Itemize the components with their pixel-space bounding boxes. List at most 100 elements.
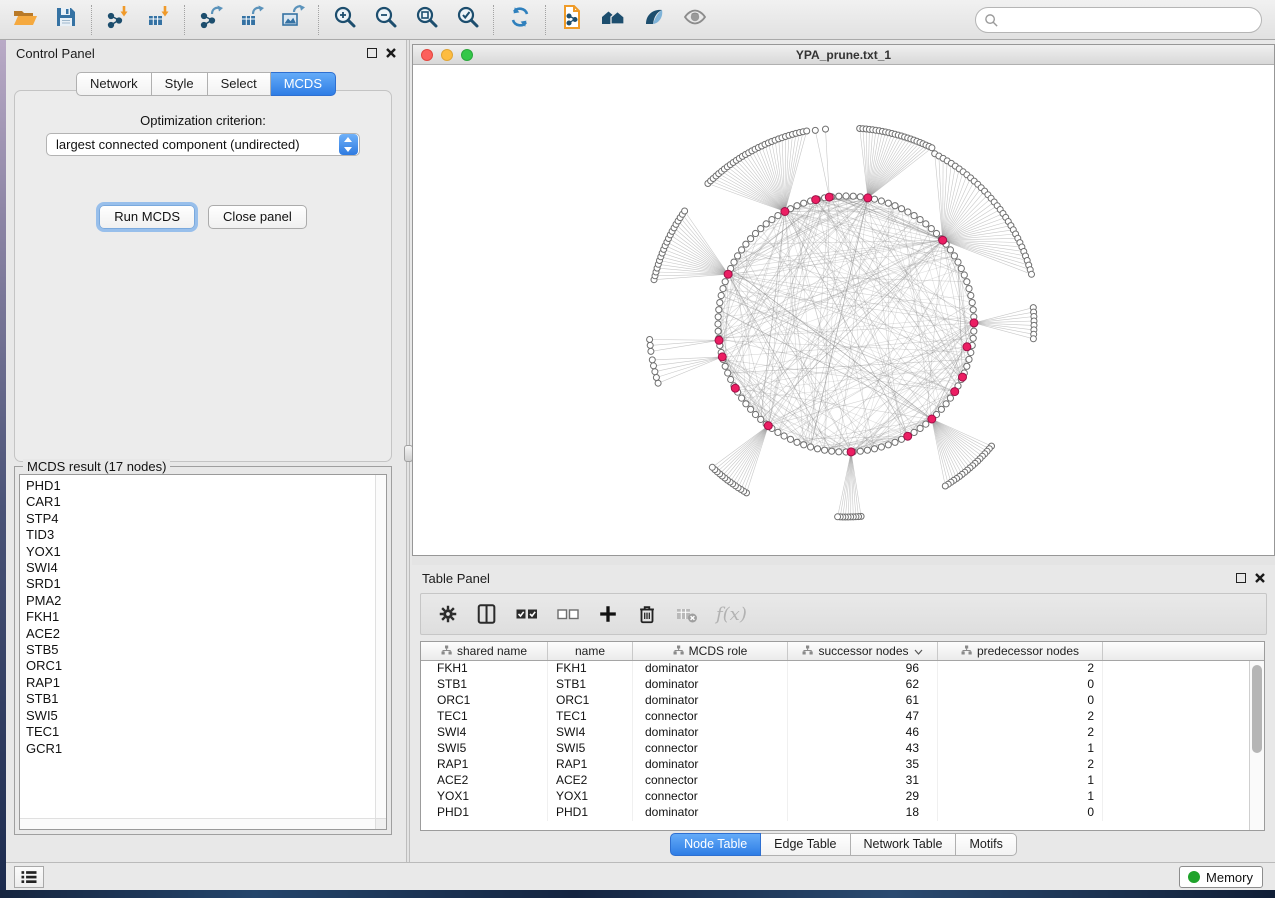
zoom-in-button[interactable] bbox=[324, 2, 365, 38]
column-header-predecessor-nodes[interactable]: predecessor nodes bbox=[938, 642, 1103, 660]
export-table-button[interactable] bbox=[231, 2, 272, 38]
column-header-shared-name[interactable]: shared name bbox=[421, 642, 548, 660]
float-window-icon[interactable] bbox=[367, 48, 377, 58]
cell-name: TEC1 bbox=[548, 709, 633, 725]
float-window-icon[interactable] bbox=[1236, 573, 1246, 583]
zoom-fit-button[interactable] bbox=[406, 2, 447, 38]
add-column-button[interactable] bbox=[597, 603, 619, 625]
delete-column-button[interactable] bbox=[636, 603, 658, 625]
table-row[interactable]: SWI5SWI5connector431 bbox=[421, 741, 1264, 757]
result-list-hscrollbar[interactable] bbox=[20, 818, 375, 829]
cell-mcds-role: dominator bbox=[633, 693, 788, 709]
run-mcds-button[interactable]: Run MCDS bbox=[99, 205, 195, 229]
scrollbar-thumb[interactable] bbox=[1252, 665, 1262, 753]
tab-motifs[interactable]: Motifs bbox=[956, 833, 1016, 856]
cell-name: STB1 bbox=[548, 677, 633, 693]
task-history-button[interactable] bbox=[14, 866, 44, 888]
table-row[interactable]: RAP1RAP1dominator352 bbox=[421, 757, 1264, 773]
open-file-button[interactable] bbox=[4, 2, 45, 38]
tab-network[interactable]: Network bbox=[76, 72, 152, 96]
table-row[interactable]: STB1STB1dominator620 bbox=[421, 677, 1264, 693]
mcds-result-item[interactable]: FKH1 bbox=[26, 609, 386, 625]
cell-shared-name: FKH1 bbox=[421, 661, 548, 677]
table-settings-button[interactable] bbox=[437, 603, 459, 625]
memory-button[interactable]: Memory bbox=[1179, 866, 1263, 888]
network-canvas[interactable] bbox=[413, 65, 1274, 555]
hide-details-icon bbox=[641, 4, 667, 35]
export-image-button[interactable] bbox=[272, 2, 313, 38]
table-vscrollbar[interactable] bbox=[1249, 661, 1264, 830]
refresh-icon bbox=[507, 4, 533, 35]
mcds-result-item[interactable]: TEC1 bbox=[26, 724, 386, 740]
zoom-selected-button[interactable] bbox=[447, 2, 488, 38]
show-columns-button[interactable] bbox=[476, 603, 498, 625]
table-row[interactable]: PHD1PHD1dominator180 bbox=[421, 805, 1264, 821]
mcds-result-item[interactable]: CAR1 bbox=[26, 494, 386, 510]
table-panel-title: Table Panel bbox=[422, 571, 490, 586]
export-network-button[interactable] bbox=[190, 2, 231, 38]
tab-style[interactable]: Style bbox=[152, 72, 208, 96]
search-input[interactable] bbox=[999, 10, 1261, 30]
mcds-result-item[interactable]: TID3 bbox=[26, 527, 386, 543]
close-panel-icon[interactable] bbox=[386, 48, 396, 58]
tab-node-table[interactable]: Node Table bbox=[670, 833, 761, 856]
close-panel-button[interactable]: Close panel bbox=[208, 205, 307, 229]
table-row[interactable]: ORC1ORC1dominator610 bbox=[421, 693, 1264, 709]
table-header-row: shared namenameMCDS rolesuccessor nodesp… bbox=[421, 642, 1264, 661]
cell-shared-name: PHD1 bbox=[421, 805, 548, 821]
network-window-titlebar[interactable]: YPA_prune.txt_1 bbox=[413, 45, 1274, 65]
mcds-result-item[interactable]: ACE2 bbox=[26, 626, 386, 642]
table-panel: Table Panel f(x) s bbox=[412, 565, 1275, 862]
mcds-result-item[interactable]: ORC1 bbox=[26, 658, 386, 674]
mcds-result-item[interactable]: RAP1 bbox=[26, 675, 386, 691]
save-session-button[interactable] bbox=[45, 2, 86, 38]
hide-graphics-details-button[interactable] bbox=[633, 2, 674, 38]
table-row[interactable]: SWI4SWI4dominator462 bbox=[421, 725, 1264, 741]
tab-edge-table[interactable]: Edge Table bbox=[761, 833, 850, 856]
mcds-result-item[interactable]: YOX1 bbox=[26, 544, 386, 560]
column-header-successor-nodes[interactable]: successor nodes bbox=[788, 642, 938, 660]
show-graphics-details-button[interactable] bbox=[674, 2, 715, 38]
result-list-vscrollbar[interactable] bbox=[375, 475, 386, 818]
first-neighbors-button[interactable] bbox=[592, 2, 633, 38]
scrollbar-corner bbox=[375, 818, 386, 829]
open-folder-icon bbox=[12, 4, 38, 35]
tab-mcds[interactable]: MCDS bbox=[271, 72, 336, 96]
network-from-selection-button[interactable] bbox=[551, 2, 592, 38]
tab-select[interactable]: Select bbox=[208, 72, 271, 96]
zoom-fit-icon bbox=[414, 4, 440, 35]
criterion-dropdown[interactable]: largest connected component (undirected) bbox=[46, 133, 360, 156]
close-window-button[interactable] bbox=[421, 49, 433, 61]
mcds-result-item[interactable]: STB5 bbox=[26, 642, 386, 658]
table-row[interactable]: ACE2ACE2connector311 bbox=[421, 773, 1264, 789]
mcds-result-list: PHD1CAR1STP4TID3YOX1SWI4SRD1PMA2FKH1ACE2… bbox=[19, 474, 387, 830]
column-header-mcds-role[interactable]: MCDS role bbox=[633, 642, 788, 660]
mcds-result-item[interactable]: STP4 bbox=[26, 511, 386, 527]
mcds-result-item[interactable]: PHD1 bbox=[26, 478, 386, 494]
import-table-button[interactable] bbox=[138, 2, 179, 38]
mcds-result-item[interactable]: SWI4 bbox=[26, 560, 386, 576]
cell-predecessor-nodes: 1 bbox=[938, 741, 1103, 757]
mcds-result-item[interactable]: SWI5 bbox=[26, 708, 386, 724]
mcds-result-item[interactable]: GCR1 bbox=[26, 741, 386, 757]
cell-mcds-role: connector bbox=[633, 709, 788, 725]
table-row[interactable]: FKH1FKH1dominator962 bbox=[421, 661, 1264, 677]
zoom-out-button[interactable] bbox=[365, 2, 406, 38]
network-graph[interactable] bbox=[413, 65, 1274, 555]
select-all-button[interactable] bbox=[515, 602, 539, 626]
table-row[interactable]: YOX1YOX1connector291 bbox=[421, 789, 1264, 805]
mcds-result-item[interactable]: STB1 bbox=[26, 691, 386, 707]
import-network-button[interactable] bbox=[97, 2, 138, 38]
toolbar-separator bbox=[91, 5, 92, 35]
horizontal-splitter[interactable] bbox=[412, 556, 1275, 565]
maximize-window-button[interactable] bbox=[461, 49, 473, 61]
deselect-all-button[interactable] bbox=[556, 602, 580, 626]
close-panel-icon[interactable] bbox=[1255, 573, 1265, 583]
table-row[interactable]: TEC1TEC1connector472 bbox=[421, 709, 1264, 725]
tab-network-table[interactable]: Network Table bbox=[851, 833, 957, 856]
mcds-result-item[interactable]: PMA2 bbox=[26, 593, 386, 609]
column-header-name[interactable]: name bbox=[548, 642, 633, 660]
minimize-window-button[interactable] bbox=[441, 49, 453, 61]
refresh-view-button[interactable] bbox=[499, 2, 540, 38]
mcds-result-item[interactable]: SRD1 bbox=[26, 576, 386, 592]
